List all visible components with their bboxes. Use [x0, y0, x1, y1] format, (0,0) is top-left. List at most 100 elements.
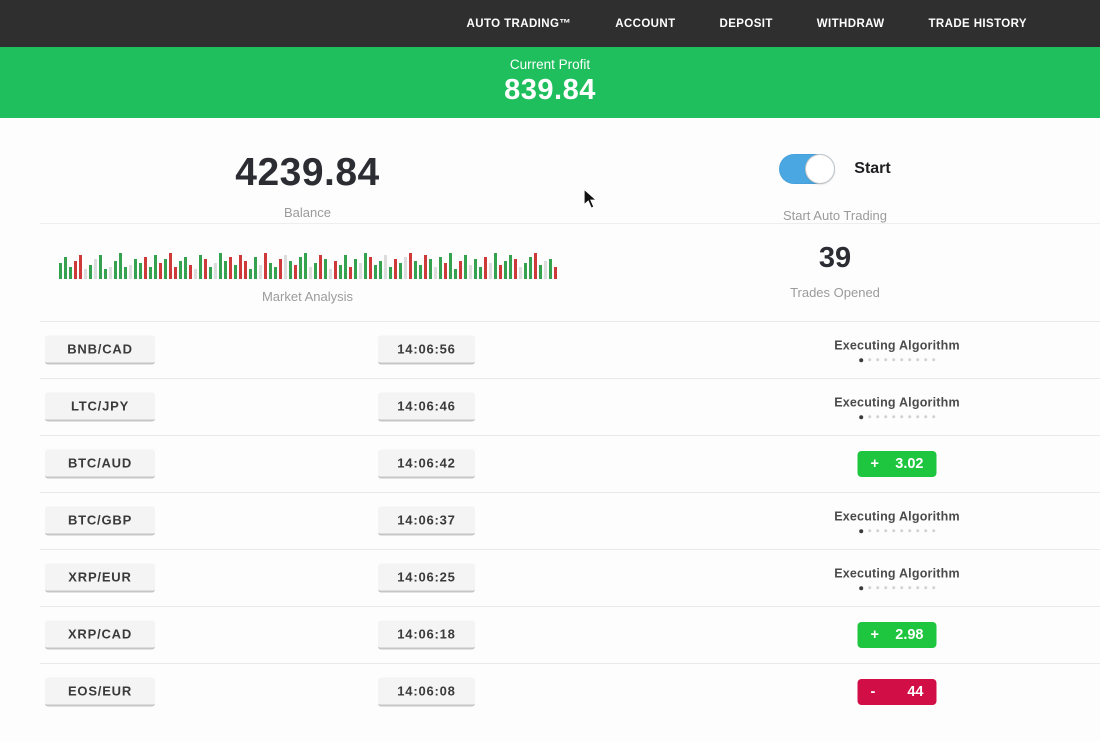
progress-dot	[876, 586, 879, 589]
profit-badge: +3.02	[858, 451, 937, 477]
market-bar	[164, 259, 167, 279]
result-value: 2.98	[895, 627, 923, 643]
profit-badge: +2.98	[858, 622, 937, 648]
currency-pair-badge: EOS/EUR	[45, 678, 155, 707]
trade-time-badge: 14:06:08	[378, 678, 475, 707]
market-bar	[104, 269, 107, 279]
market-bar	[194, 269, 197, 279]
market-bar	[139, 263, 142, 279]
market-bar	[554, 267, 557, 279]
market-bar	[344, 255, 347, 279]
progress-dot	[892, 529, 895, 532]
trade-time-badge: 14:06:37	[378, 507, 475, 536]
balance-block: 4239.84 Balance	[0, 118, 615, 223]
market-bar	[189, 265, 192, 279]
currency-pair-badge: XRP/CAD	[45, 621, 155, 650]
market-bar	[509, 255, 512, 279]
market-bar	[274, 267, 277, 279]
toggle-knob[interactable]	[806, 155, 834, 183]
start-auto-trading-label: Start Auto Trading	[615, 208, 1055, 223]
market-bar	[349, 267, 352, 279]
trades-opened-value: 39	[615, 242, 1055, 275]
market-bar	[229, 257, 232, 279]
trade-time-badge: 14:06:18	[378, 621, 475, 650]
nav-item-auto-trading[interactable]: AUTO TRADING™	[467, 18, 572, 30]
market-bar	[379, 261, 382, 279]
market-bar	[389, 267, 392, 279]
market-bar	[534, 253, 537, 279]
market-bar	[259, 265, 262, 279]
market-bar	[544, 261, 547, 279]
market-bar	[494, 253, 497, 279]
market-bar	[209, 267, 212, 279]
progress-dot	[868, 529, 871, 532]
market-bar	[364, 253, 367, 279]
market-bar	[159, 263, 162, 279]
market-analysis-chart	[0, 248, 615, 279]
market-bar	[394, 259, 397, 279]
market-bar	[409, 253, 412, 279]
trade-status-cell: Executing Algorithm	[834, 509, 960, 533]
market-bar	[99, 255, 102, 279]
market-bar	[249, 269, 252, 279]
progress-dot	[884, 358, 887, 361]
market-bar	[69, 267, 72, 279]
market-bar	[454, 269, 457, 279]
market-bar	[314, 263, 317, 279]
progress-dot	[876, 358, 879, 361]
table-row: XRP/EUR 14:06:25 Executing Algorithm	[40, 549, 1100, 606]
trade-status-cell: Executing Algorithm	[834, 338, 960, 362]
progress-dots	[834, 358, 960, 362]
table-row: EOS/EUR 14:06:08 -44	[40, 663, 1100, 720]
market-bar	[359, 263, 362, 279]
progress-dots	[834, 586, 960, 590]
market-bar	[199, 255, 202, 279]
progress-dot	[900, 358, 903, 361]
market-bar	[324, 259, 327, 279]
market-bar	[384, 255, 387, 279]
market-analysis-block: Market Analysis	[0, 224, 615, 304]
nav-item-trade-history[interactable]: TRADE HISTORY	[929, 18, 1028, 30]
market-bar	[479, 267, 482, 279]
table-row: XRP/CAD 14:06:18 +2.98	[40, 606, 1100, 663]
start-auto-trading-toggle[interactable]	[779, 154, 835, 184]
progress-dot	[900, 586, 903, 589]
trade-status-cell: +2.98	[858, 622, 937, 648]
market-bar	[289, 261, 292, 279]
market-bar	[74, 261, 77, 279]
market-bar	[404, 257, 407, 279]
progress-dot	[916, 586, 919, 589]
currency-pair-badge: BTC/AUD	[45, 450, 155, 479]
balance-label: Balance	[0, 205, 615, 220]
executing-algorithm-label: Executing Algorithm	[834, 566, 960, 580]
market-bar	[234, 265, 237, 279]
progress-dot	[900, 529, 903, 532]
progress-dot	[859, 586, 863, 590]
market-bar	[224, 261, 227, 279]
trade-rows-list: BNB/CAD 14:06:56 Executing Algorithm LTC…	[0, 321, 1100, 720]
market-bar	[149, 267, 152, 279]
trade-status-cell: Executing Algorithm	[834, 566, 960, 590]
market-bar	[174, 267, 177, 279]
market-bar	[429, 259, 432, 279]
result-sign: +	[871, 456, 879, 472]
market-bar	[484, 257, 487, 279]
market-bar	[299, 257, 302, 279]
nav-item-withdraw[interactable]: WITHDRAW	[817, 18, 885, 30]
market-bar	[59, 263, 62, 279]
currency-pair-badge: BTC/GBP	[45, 507, 155, 536]
market-bar	[219, 253, 222, 279]
trade-time-badge: 14:06:25	[378, 564, 475, 593]
market-bar	[119, 253, 122, 279]
executing-algorithm-label: Executing Algorithm	[834, 395, 960, 409]
balance-value: 4239.84	[0, 151, 615, 195]
market-bar	[449, 253, 452, 279]
current-profit-banner: Current Profit 839.84	[0, 47, 1100, 118]
market-bar	[469, 265, 472, 279]
nav-item-account[interactable]: ACCOUNT	[615, 18, 675, 30]
progress-dot	[859, 529, 863, 533]
progress-dot	[868, 586, 871, 589]
top-navigation: AUTO TRADING™ ACCOUNT DEPOSIT WITHDRAW TRADE…	[0, 0, 1100, 47]
executing-algorithm-label: Executing Algorithm	[834, 338, 960, 352]
nav-item-deposit[interactable]: DEPOSIT	[720, 18, 773, 30]
